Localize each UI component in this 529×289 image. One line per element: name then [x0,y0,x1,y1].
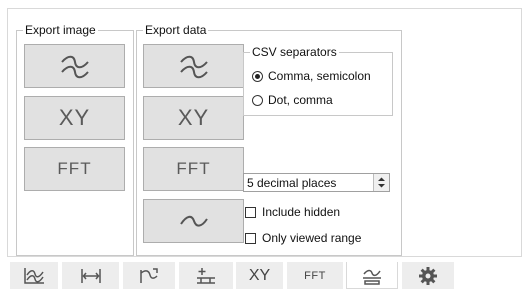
export-data-single-wave-button[interactable] [143,199,244,243]
radio-label: Comma, semicolon [268,69,371,83]
tab-settings[interactable] [402,262,454,289]
radio-comma-semicolon[interactable]: Comma, semicolon [252,69,371,83]
decimal-places-value: 5 decimal places [247,175,337,190]
export-data-fft-button[interactable]: FFT [143,147,244,191]
export-image-xy-label: XY [58,105,91,130]
include-hidden-checkbox-row[interactable]: Include hidden [245,205,340,219]
tab-trigger[interactable] [123,262,175,289]
cursor-icon [197,267,215,284]
export-data-title: Export data [143,23,209,37]
export-data-waveform-button[interactable] [143,44,244,88]
only-viewed-range-label: Only viewed range [262,231,362,245]
tab-fft-label: FFT [304,269,326,282]
export-image-fft-button[interactable]: FFT [24,147,125,191]
tab-fft[interactable]: FFT [287,262,343,289]
radio-dot-comma[interactable]: Dot, comma [252,93,333,107]
radio-label: Dot, comma [268,93,333,107]
include-hidden-checkbox[interactable] [245,206,256,218]
export-panel: Export image XY FFT Export data XY FFT C… [7,8,522,257]
radio-button[interactable] [252,94,263,106]
spin-up-down-icon [378,177,385,188]
decimal-places-spinbox[interactable]: 5 decimal places [243,173,390,192]
only-viewed-range-checkbox-row[interactable]: Only viewed range [245,231,361,245]
export-data-xy-button[interactable]: XY [143,96,244,140]
waveform-icon [60,55,89,79]
radio-button[interactable] [252,70,263,82]
single-wave-icon [179,215,208,227]
tab-xy[interactable]: XY [236,262,283,289]
waveform-tab-icon [24,267,44,284]
tab-export[interactable] [346,262,398,289]
spin-arrows[interactable] [373,174,389,191]
waveform-icon [179,55,208,79]
include-hidden-label: Include hidden [262,205,341,219]
radio-selected-dot [255,73,260,79]
only-viewed-range-checkbox[interactable] [245,232,256,244]
export-data-xy-label: XY [177,105,210,130]
tab-xy-label: XY [248,266,271,284]
csv-separators-title: CSV separators [250,45,339,59]
tab-cursors[interactable] [179,262,233,289]
export-image-xy-button[interactable]: XY [24,96,125,140]
export-icon [363,269,381,285]
export-data-fft-label: FFT [176,159,211,178]
gear-icon [419,266,437,285]
export-image-waveform-button[interactable] [24,44,125,88]
export-image-fft-label: FFT [57,159,92,178]
trigger-icon [140,267,158,283]
tab-bar: XY FFT [7,262,522,289]
export-image-title: Export image [23,23,98,37]
tab-waveform[interactable] [10,262,58,289]
tab-horizontal[interactable] [62,262,119,289]
horizontal-range-icon [80,268,101,283]
